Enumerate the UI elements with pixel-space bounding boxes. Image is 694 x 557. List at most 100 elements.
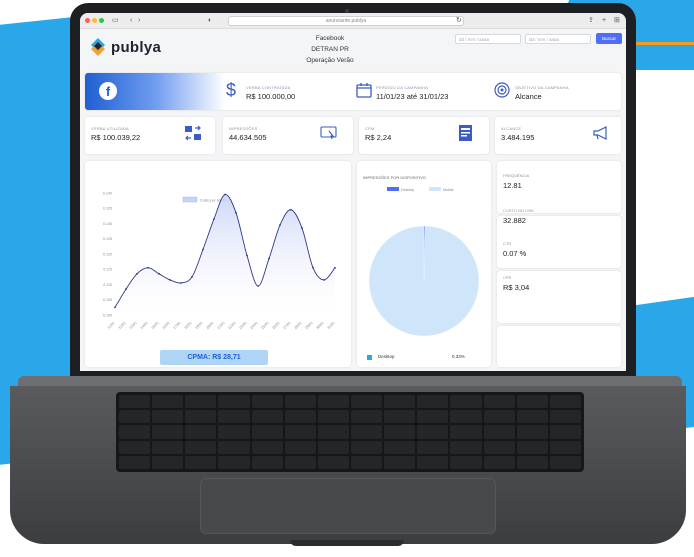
data-point — [191, 275, 193, 278]
close-window-button[interactable] — [85, 18, 90, 23]
maximize-window-button[interactable] — [99, 18, 104, 23]
forward-arrow-icon[interactable]: › — [138, 16, 140, 26]
keyboard-key — [317, 425, 349, 439]
side-metric-label: FREQUÊNCIA — [503, 173, 530, 178]
y-tick-label: 0.125 — [103, 237, 112, 241]
keyboard-key — [417, 395, 449, 409]
keyboard-key — [185, 455, 217, 469]
data-point — [301, 227, 303, 229]
kpi-value: R$ 100.039,22 — [91, 133, 141, 142]
campaign-client: DETRAN PR — [311, 46, 349, 53]
keyboard-key — [185, 440, 217, 454]
data-point — [147, 266, 149, 269]
data-point — [224, 193, 226, 196]
campaign-heading: Facebook DETRAN PR Operação Verão — [280, 33, 380, 66]
keyboard-key — [483, 425, 515, 439]
keyboard-key — [483, 455, 515, 469]
x-tick-label: 16/01 — [162, 321, 171, 330]
keyboard-key — [417, 440, 449, 454]
kpi-value: R$ 2,24 — [365, 133, 392, 142]
keyboard-key — [483, 440, 515, 454]
keyboard-key — [218, 425, 250, 439]
keyboard-key — [450, 410, 482, 424]
data-point — [169, 279, 171, 281]
address-bar[interactable]: anunciante.publya — [228, 16, 464, 26]
y-tick-label: 0.115 — [103, 268, 112, 272]
keyboard-key — [549, 425, 581, 439]
keyboard-key — [251, 455, 283, 469]
y-tick-label: 0.100 — [103, 313, 112, 317]
share-icon[interactable]: ⇪ — [588, 16, 594, 26]
series-area — [115, 194, 335, 315]
period-label: PERÍODO DA CAMPANHA — [376, 85, 429, 90]
brand-logo[interactable]: publya — [88, 37, 161, 57]
x-tick-label: 21/01 — [217, 321, 226, 330]
keyboard-key — [119, 410, 151, 424]
search-button[interactable]: Buscar — [596, 33, 622, 44]
facebook-icon: f — [99, 82, 117, 100]
side-metric-value: 32.882 — [503, 216, 526, 225]
campaign-name: Operação Verão — [306, 57, 354, 64]
keyboard-key — [450, 455, 482, 469]
keyboard-key — [384, 455, 416, 469]
kpi-label: VERBA UTILIZADA — [91, 126, 129, 131]
x-tick-label: 18/01 — [184, 321, 193, 330]
side-metric-card — [497, 271, 621, 323]
y-tick-label: 0.135 — [103, 207, 112, 211]
campaign-platform: Facebook — [315, 35, 345, 42]
x-tick-label: 24/01 — [250, 321, 259, 330]
side-metric-value: 12.81 — [503, 181, 522, 190]
y-tick-label: 0.130 — [103, 222, 112, 226]
x-tick-label: 29/01 — [305, 321, 314, 330]
x-tick-label: 27/01 — [283, 321, 292, 330]
minimize-window-button[interactable] — [92, 18, 97, 23]
data-point — [268, 257, 270, 260]
x-tick-label: 30/01 — [316, 321, 325, 330]
keyboard-key — [284, 410, 316, 424]
objective-value: Alcance — [515, 92, 542, 101]
keyboard-key — [384, 425, 416, 439]
data-point — [213, 218, 215, 220]
kpi-value: 3.484.195 — [501, 133, 535, 142]
side-metric-card — [497, 326, 621, 367]
keyboard-key — [483, 410, 515, 424]
reload-icon[interactable]: ↻ — [456, 16, 462, 26]
keyboard-key — [251, 395, 283, 409]
keyboard-key — [317, 440, 349, 454]
keyboard-key — [516, 425, 548, 439]
keyboard-key — [218, 455, 250, 469]
back-arrow-icon[interactable]: ‹ — [130, 16, 132, 26]
keyboard-key — [218, 395, 250, 409]
keyboard-key — [317, 410, 349, 424]
keyboard-key — [317, 455, 349, 469]
side-metric-label: CTR — [503, 241, 512, 246]
money-transfer-icon — [184, 124, 202, 147]
cpma-button[interactable]: CPMA: R$ 28,71 — [160, 350, 268, 365]
keyboard-key — [317, 395, 349, 409]
x-tick-label: 25/01 — [261, 321, 270, 330]
backdrop-accent-line — [632, 42, 694, 45]
y-tick-label: 0.140 — [103, 191, 112, 195]
keyboard-key — [350, 410, 383, 424]
sidebar-toggle-icon[interactable]: ▭ — [112, 16, 119, 26]
keyboard-key — [483, 395, 515, 409]
side-metric-value: R$ 3,04 — [503, 283, 530, 292]
kpi-label: ALCANCE — [501, 126, 522, 131]
keyboard-key — [284, 455, 316, 469]
new-tab-icon[interactable]: + — [602, 16, 606, 26]
keyboard-key — [450, 395, 482, 409]
legend-swatch — [387, 187, 399, 191]
data-point — [202, 248, 204, 251]
kpi-value: 44.634.505 — [229, 133, 267, 142]
keyboard-key — [350, 455, 383, 469]
data-point — [312, 266, 314, 269]
click-icon — [320, 125, 338, 146]
keyboard-key — [516, 440, 548, 454]
start-date-input[interactable]: dd / mm / aaaa — [455, 34, 521, 44]
keyboard-key — [119, 455, 151, 469]
end-date-input[interactable]: dd / mm / aaaa — [525, 34, 591, 44]
x-tick-label: 12/01 — [118, 321, 127, 330]
tab-overview-icon[interactable]: ⊞ — [614, 16, 620, 26]
keyboard-key — [384, 395, 416, 409]
keyboard-key — [516, 410, 548, 424]
